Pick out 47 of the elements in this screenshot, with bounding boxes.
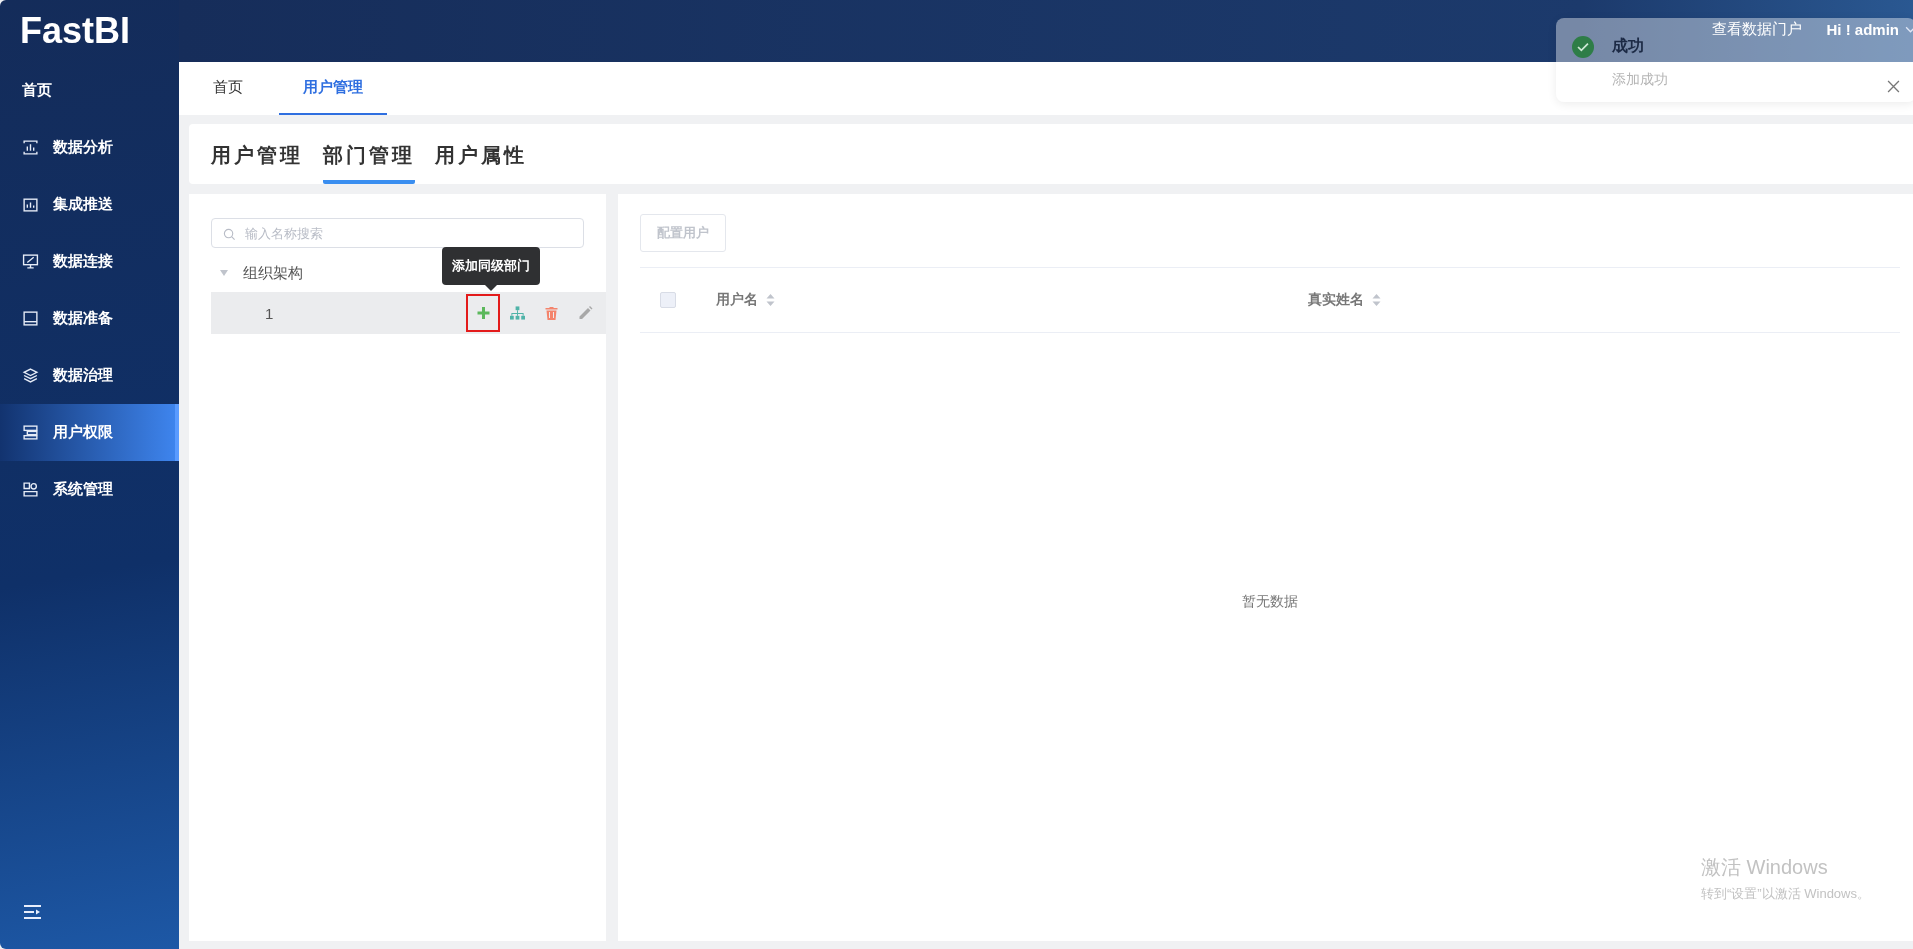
section-tab[interactable]: 用户属性	[435, 124, 527, 184]
section-tab[interactable]: 部门管理	[323, 124, 415, 184]
node-label: 1	[265, 304, 274, 322]
page-tab[interactable]: 首页	[189, 62, 267, 115]
close-icon[interactable]	[1887, 80, 1900, 93]
activation-title: 激活 Windows	[1701, 855, 1829, 880]
settings-icon	[22, 481, 39, 498]
menu-collapse-icon[interactable]	[23, 905, 43, 919]
sort-icon[interactable]	[766, 294, 775, 306]
chart-icon	[22, 139, 39, 156]
add-button[interactable]	[466, 294, 500, 332]
monitor-icon	[22, 253, 39, 270]
select-all-checkbox[interactable]	[660, 292, 676, 308]
tooltip-pointer-icon	[485, 285, 497, 291]
app-logo: FastBI	[19, 9, 132, 53]
sidebar-item[interactable]: 首页	[0, 62, 179, 119]
trash-icon	[543, 306, 559, 320]
toast-message: 添加成功	[1612, 71, 1669, 89]
empty-message: 暂无数据	[1242, 593, 1298, 611]
caret-icon[interactable]	[219, 270, 229, 276]
server-icon	[22, 424, 39, 441]
page-tab[interactable]: 用户管理	[279, 62, 387, 115]
pencil-icon	[577, 306, 593, 320]
sidebar-item[interactable]: 系统管理	[0, 461, 179, 518]
sidebar-item[interactable]: 用户权限	[0, 404, 179, 461]
sidebar-item[interactable]: 数据分析	[0, 119, 179, 176]
sidebar-item[interactable]: 数据治理	[0, 347, 179, 404]
tooltip: 添加同级部门	[442, 247, 540, 285]
sidebar-item[interactable]: 集成推送	[0, 176, 179, 233]
sidebar-item[interactable]: 数据连接	[0, 233, 179, 290]
layers-icon	[22, 367, 39, 384]
search-icon	[223, 228, 236, 241]
chevron-down-icon[interactable]	[1905, 26, 1913, 33]
plus-icon	[475, 306, 491, 320]
activation-hint: 转到“设置”以激活 Windows。	[1701, 885, 1870, 903]
section-tab[interactable]: 用户管理	[211, 124, 303, 184]
hierarchy-icon	[509, 306, 525, 320]
column-header[interactable]: 真实姓名	[1308, 291, 1364, 309]
toast-title: 成功	[1612, 36, 1645, 56]
sidebar-item[interactable]: 数据准备	[0, 290, 179, 347]
column-header[interactable]: 用户名	[716, 291, 758, 309]
sort-icon[interactable]	[1372, 294, 1381, 306]
laptop-icon	[22, 310, 39, 327]
tree-node-label[interactable]: 组织架构	[243, 263, 303, 283]
chart-icon	[22, 196, 39, 213]
search-field[interactable]: 输入名称搜索	[211, 218, 584, 248]
success-icon	[1572, 36, 1594, 58]
